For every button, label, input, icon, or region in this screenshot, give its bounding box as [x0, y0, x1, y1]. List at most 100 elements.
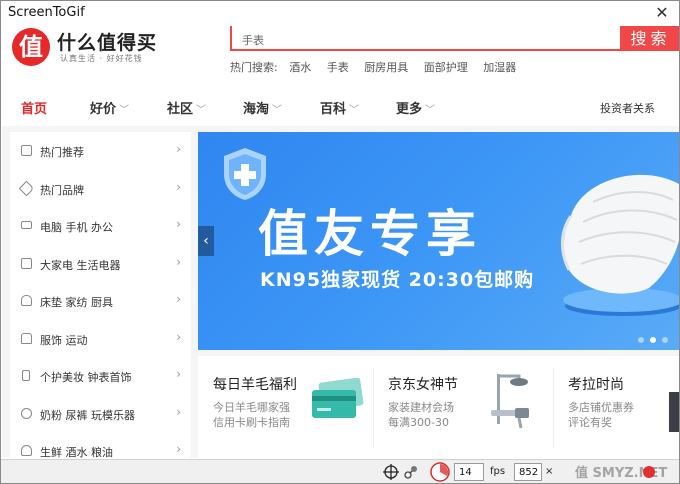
carousel-dot-active[interactable]: [650, 337, 656, 343]
main-nav: 首页 好价 ﹀ 社区 ﹀ 海淘 ﹀ 百科 ﹀ 更多 ﹀ 投资者关系: [2, 86, 679, 126]
sidebar-item-label: 电脑 手机 办公: [40, 221, 113, 234]
sidebar-item-label: 热门推荐: [40, 146, 84, 159]
tag-icon: [18, 180, 35, 196]
search-input[interactable]: [230, 26, 622, 51]
carousel-dot[interactable]: [638, 337, 644, 343]
hot-search-item[interactable]: 手表: [327, 61, 349, 74]
fps-label: fps: [490, 466, 506, 477]
nav-wiki[interactable]: 百科 ﹀: [320, 98, 359, 117]
sidebar-item[interactable]: 奶粉 尿裤 玩模乐器 ›: [10, 395, 191, 433]
product-image: [669, 392, 679, 432]
site-header: 值 什么值得买 认真生活 · 好好花钱 搜索 热门搜索: 酒水 手表 厨房用具 …: [2, 26, 679, 86]
sidebar-item-label: 床垫 家纺 厨具: [40, 296, 113, 309]
carousel-prev-button[interactable]: ‹: [198, 226, 214, 256]
chevron-down-icon: ﹀: [425, 105, 436, 116]
list-icon: [21, 145, 32, 156]
sidebar-item-label: 热门品牌: [40, 183, 84, 197]
chevron-right-icon: ›: [176, 142, 181, 156]
hot-search-item[interactable]: 面部护理: [424, 61, 468, 74]
sidebar-item-label: 服饰 运动: [40, 333, 88, 347]
promo-card[interactable]: 考拉时尚 多店铺优惠券 评论有奖: [553, 356, 679, 458]
recorder-toolbar: fps × 值 SMYZ.NET: [1, 459, 679, 483]
sidebar-item-label: 奶粉 尿裤 玩模乐器: [40, 408, 135, 422]
sidebar-item[interactable]: 个护美妆 钟表首饰 ›: [10, 357, 191, 395]
sidebar-item[interactable]: 生鲜 酒水 粮油 ›: [10, 432, 191, 458]
appliance-icon: [21, 257, 32, 269]
nav-community[interactable]: 社区 ﹀: [167, 98, 206, 117]
hot-search-item[interactable]: 加湿器: [483, 61, 516, 74]
hot-search-item[interactable]: 酒水: [289, 61, 311, 74]
nav-more[interactable]: 更多 ﹀: [396, 98, 435, 117]
nav-label: 百科: [320, 102, 347, 117]
logo-text[interactable]: 什么值得买: [57, 28, 157, 55]
nav-deals[interactable]: 好价 ﹀: [90, 98, 129, 117]
nav-label: 海淘: [243, 102, 270, 117]
frame-rate-icon: [430, 462, 450, 482]
hot-search-label: 热门搜索:: [230, 61, 278, 74]
hot-search-item[interactable]: 厨房用具: [364, 61, 408, 74]
credit-card-icon: [312, 378, 364, 418]
search-button[interactable]: 搜索: [622, 26, 679, 51]
baby-bottle-icon: [21, 407, 32, 419]
chevron-right-icon: ›: [176, 254, 181, 269]
bed-icon: [21, 295, 32, 306]
logo-slogan: 认真生活 · 好好花钱: [60, 54, 143, 63]
chevron-right-icon: ›: [176, 292, 181, 306]
hot-search: 热门搜索: 酒水 手表 厨房用具 面部护理 加湿器: [230, 59, 528, 75]
clothing-icon: [21, 332, 32, 344]
sidebar-item-label: 生鲜 酒水 粮油: [40, 446, 113, 458]
promo-line: 评论有奖: [568, 416, 612, 429]
fresh-food-icon: [21, 445, 32, 456]
investor-relations-link[interactable]: 投资者关系: [600, 100, 655, 116]
promo-title: 京东女神节: [388, 377, 458, 393]
width-input[interactable]: [514, 463, 542, 481]
banner-subline: KN95独家现货 20:30包邮购: [260, 269, 535, 291]
lipstick-icon: [22, 370, 30, 381]
sidebar-item[interactable]: 服饰 运动 ›: [10, 320, 191, 358]
promo-card[interactable]: 京东女神节 家装建材会场 每满300-30: [373, 356, 553, 458]
times-label: ×: [545, 466, 554, 477]
nav-label: 社区: [167, 102, 194, 117]
promo-title: 每日羊毛福利: [213, 377, 297, 393]
promo-line: 家装建材会场: [388, 401, 454, 414]
sidebar-item[interactable]: 电脑 手机 办公 ›: [10, 207, 191, 245]
record-icon[interactable]: [641, 464, 657, 480]
sidebar-item-label: 大家电 生活电器: [40, 258, 121, 272]
chevron-right-icon: ›: [176, 217, 181, 231]
chevron-right-icon: ›: [176, 367, 181, 381]
fps-input[interactable]: [454, 463, 484, 481]
promo-card[interactable]: 每日羊毛福利 今日羊毛哪家强 信用卡刷卡指南: [198, 356, 373, 458]
chevron-down-icon: ﹀: [196, 105, 207, 116]
app-window: ScreenToGif ✕ 值 什么值得买 认真生活 · 好好花钱 搜索 热门搜…: [0, 0, 680, 484]
chevron-right-icon: ›: [176, 404, 181, 419]
crosshair-icon[interactable]: [383, 464, 399, 480]
promo-line: 每满300-30: [388, 416, 449, 429]
promo-title: 考拉时尚: [568, 377, 624, 393]
close-icon[interactable]: ✕: [651, 2, 673, 24]
nav-home[interactable]: 首页: [21, 98, 47, 117]
nav-overseas[interactable]: 海淘 ﹀: [243, 98, 282, 117]
title-bar: ScreenToGif ✕: [1, 1, 679, 25]
nav-label: 更多: [396, 102, 423, 117]
carousel-dots: [638, 328, 674, 347]
chevron-down-icon: ﹀: [272, 105, 283, 116]
logo-icon[interactable]: 值: [12, 28, 50, 66]
banner-headline: 值友专享: [258, 205, 482, 263]
promo-line: 今日羊毛哪家强: [213, 401, 290, 414]
search-bar: 搜索: [230, 26, 679, 51]
promo-line: 信用卡刷卡指南: [213, 416, 290, 429]
promo-line: 多店铺优惠券: [568, 401, 634, 414]
chevron-right-icon: ›: [176, 442, 181, 456]
snap-icon[interactable]: [403, 464, 419, 480]
sidebar-item[interactable]: 床垫 家纺 厨具 ›: [10, 282, 191, 320]
mask-image: [561, 174, 679, 316]
monitor-icon: [21, 221, 32, 229]
promo-banner[interactable]: 值友专享 KN95独家现货 20:30包邮购 ‹: [198, 132, 679, 350]
sidebar-item[interactable]: 大家电 生活电器 ›: [10, 245, 191, 283]
chevron-down-icon: ﹀: [349, 105, 360, 116]
sidebar-item[interactable]: 热门品牌 ›: [10, 170, 191, 208]
nav-label: 好价: [90, 102, 117, 117]
carousel-dot[interactable]: [662, 337, 668, 343]
category-sidebar: 热门推荐 › 热门品牌 › 电脑 手机 办公 › 大家电 生活电器 › 床垫 家: [10, 132, 191, 458]
sidebar-item[interactable]: 热门推荐 ›: [10, 132, 191, 170]
